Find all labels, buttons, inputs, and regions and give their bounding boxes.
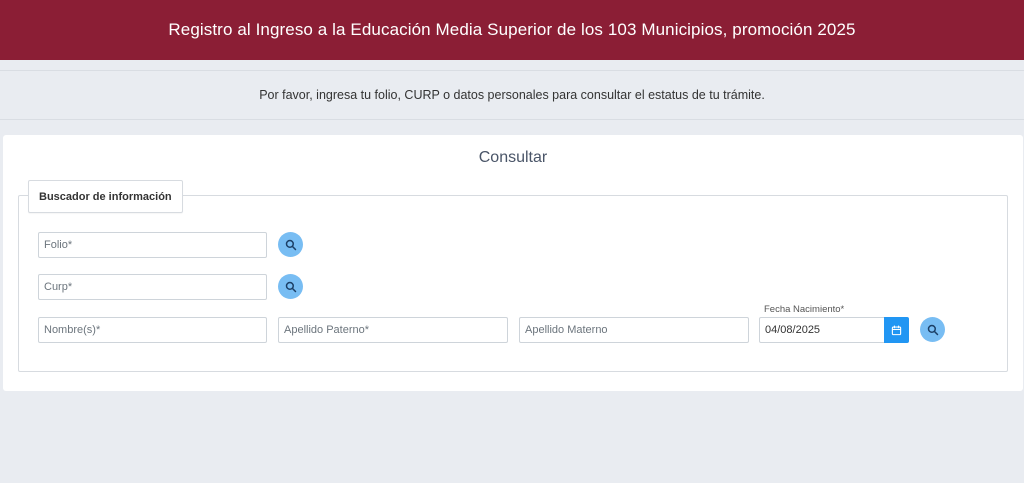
search-icon [285,239,296,250]
fecha-nacimiento-input[interactable] [759,317,885,343]
fecha-nacimiento-label: Fecha Nacimiento* [764,304,845,315]
intro-text: Por favor, ingresa tu folio, CURP o dato… [259,88,765,102]
search-fieldset: Buscador de información Fecha Nacimiento… [18,180,1008,372]
apellido-materno-input[interactable] [519,317,749,343]
page-header: Registro al Ingreso a la Educación Media… [0,0,1024,60]
search-card: Consultar Buscador de información Fecha … [3,135,1023,391]
calendar-button[interactable] [884,317,909,343]
card-title: Consultar [478,149,548,166]
calendar-icon [891,324,902,335]
nombre-input[interactable] [38,317,267,343]
curp-search-button[interactable] [278,274,303,299]
personal-data-search-button[interactable] [920,317,945,342]
divider [0,119,1024,120]
apellido-paterno-input[interactable] [278,317,508,343]
folio-input[interactable] [38,232,267,258]
search-icon [285,281,296,292]
search-icon [927,324,938,335]
page-title: Registro al Ingreso a la Educación Media… [168,20,856,39]
fieldset-legend: Buscador de información [28,180,183,213]
folio-search-button[interactable] [278,232,303,257]
curp-input[interactable] [38,274,267,300]
